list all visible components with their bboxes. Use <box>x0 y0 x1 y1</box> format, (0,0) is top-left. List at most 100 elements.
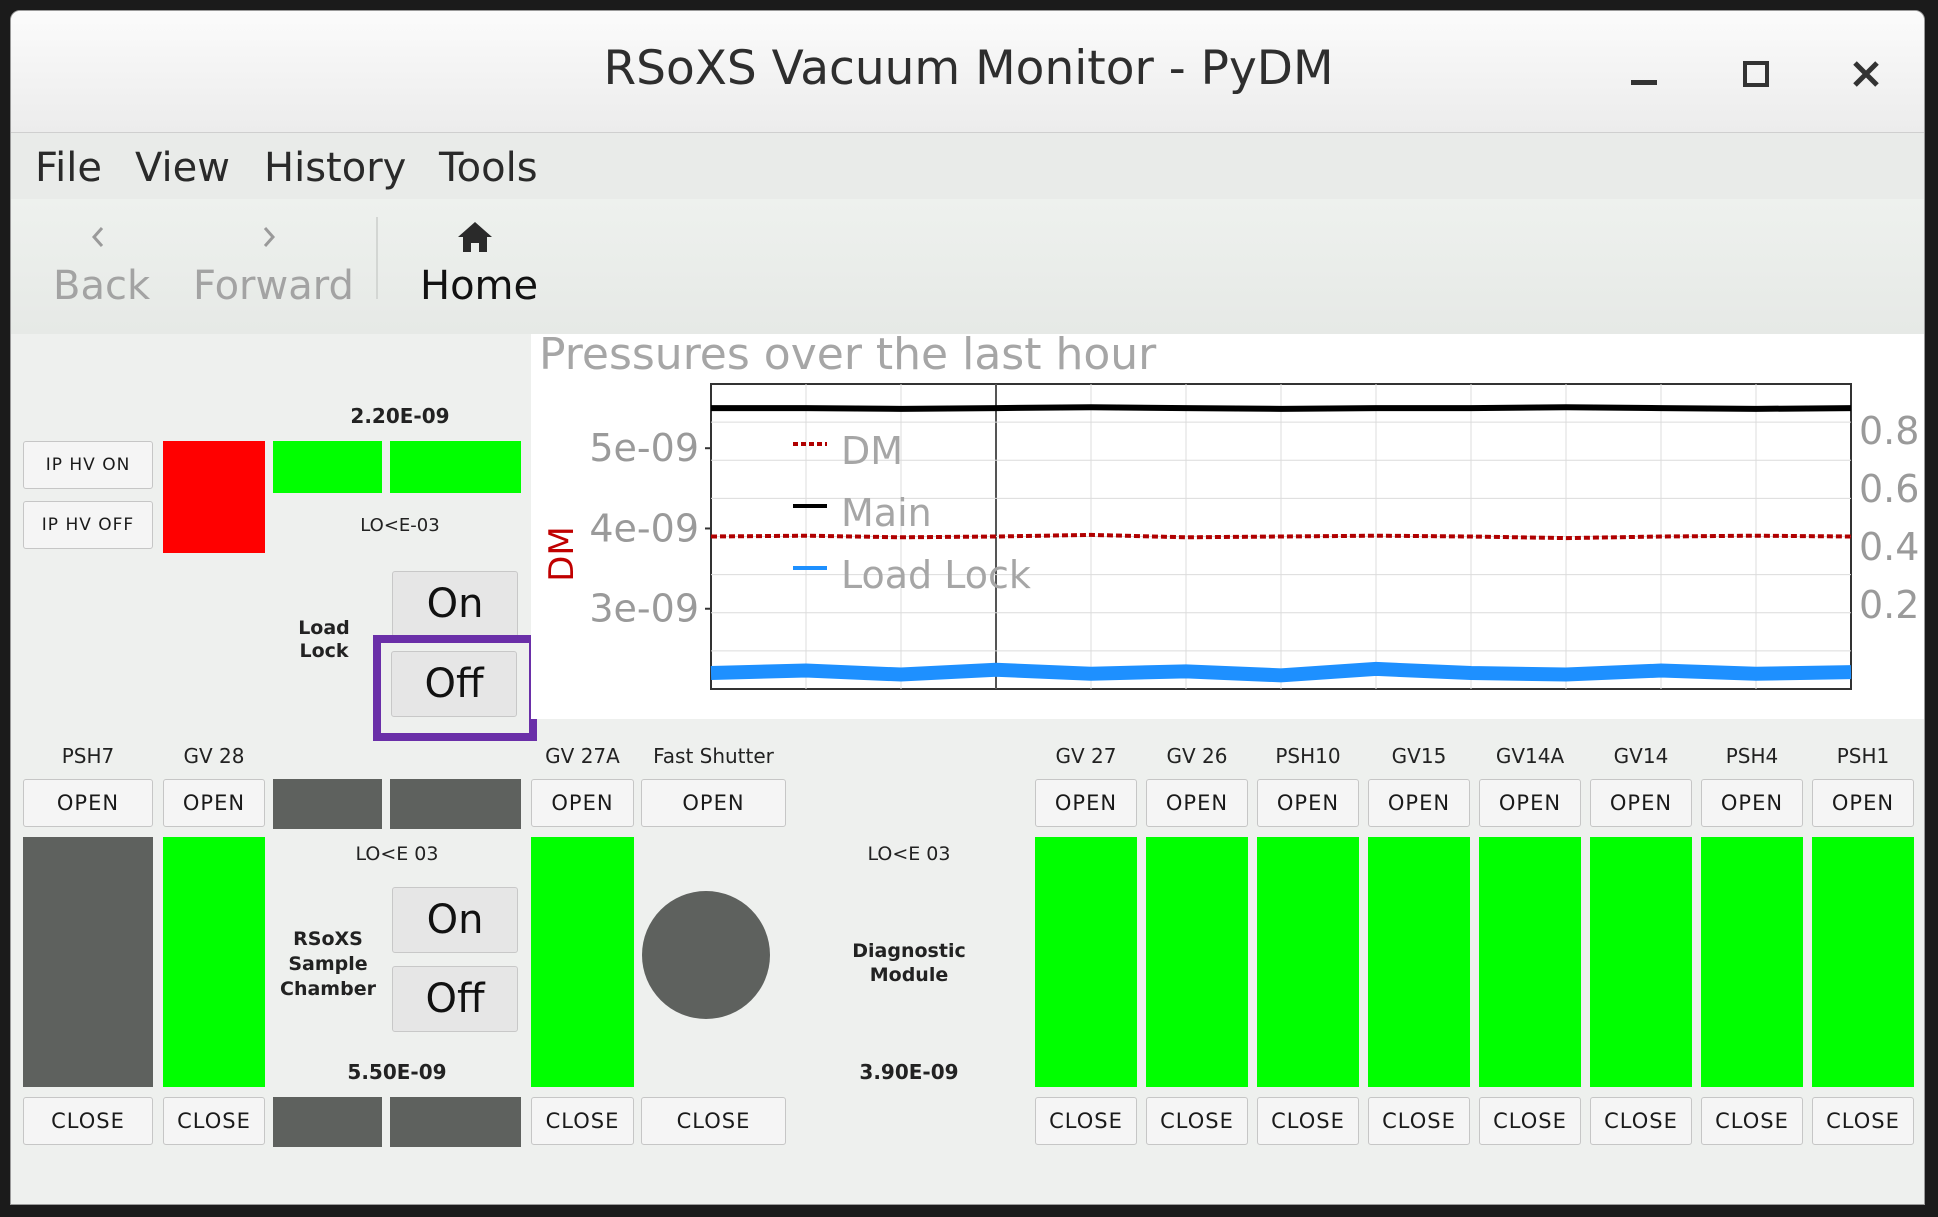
gv28-open-button[interactable]: OPEN <box>163 779 265 827</box>
psh1-open-button[interactable]: OPEN <box>1812 779 1914 827</box>
close-window-button[interactable] <box>1841 49 1891 99</box>
gv15-status-indicator <box>1368 837 1470 1087</box>
menu-tools[interactable]: Tools <box>439 145 538 191</box>
gv28-close-button[interactable]: CLOSE <box>163 1097 265 1145</box>
y2-tick-label: 0.4 <box>1859 525 1919 569</box>
gv14-status-indicator <box>1590 837 1692 1087</box>
valve-label-gv14: GV14 <box>1613 744 1669 768</box>
pressure-chart: Pressures over the last hour DM 5e-09 4e-… <box>539 329 1919 690</box>
forward-button[interactable]: Forward <box>181 211 356 309</box>
legend-label: DM <box>841 429 903 473</box>
gv14-close-button[interactable]: CLOSE <box>1590 1097 1692 1145</box>
gv26-status-indicator <box>1146 837 1248 1087</box>
psh4-open-button[interactable]: OPEN <box>1701 779 1803 827</box>
y2-tick-label: 0.2 <box>1859 583 1919 627</box>
ip-hv-off-button[interactable]: IP HV OFF <box>23 501 153 549</box>
loadlock-off-button[interactable]: Off <box>391 651 517 717</box>
valve-label-psh10: PSH10 <box>1275 744 1341 768</box>
y2-tick-label: 0.8 <box>1859 409 1919 453</box>
valve-label-psh4: PSH4 <box>1725 744 1779 768</box>
psh1-close-button[interactable]: CLOSE <box>1812 1097 1914 1145</box>
loadlock-on-button[interactable]: On <box>392 571 518 637</box>
y2-tick-label: 0.6 <box>1859 467 1919 511</box>
gv27-open-button[interactable]: OPEN <box>1035 779 1137 827</box>
loadlock-gauge-indicator-2 <box>390 441 521 493</box>
gv27a-status-indicator <box>531 837 634 1087</box>
gv14a-open-button[interactable]: OPEN <box>1479 779 1581 827</box>
gv15-close-button[interactable]: CLOSE <box>1368 1097 1470 1145</box>
gv14a-close-button[interactable]: CLOSE <box>1479 1097 1581 1145</box>
title-bar: RSoXS Vacuum Monitor - PyDM <box>11 11 1924 133</box>
y-tick-label: 4e-09 <box>589 506 699 550</box>
psh7-close-button[interactable]: CLOSE <box>23 1097 153 1145</box>
valve-label-gv14a: GV14A <box>1495 744 1565 768</box>
legend-label: Main <box>841 491 932 535</box>
home-label: Home <box>420 263 539 309</box>
valve-label-gv27a: GV 27A <box>545 744 620 768</box>
psh7-open-button[interactable]: OPEN <box>23 779 153 827</box>
menu-history[interactable]: History <box>264 145 406 191</box>
gv28-status-indicator <box>163 837 265 1087</box>
gv14a-status-indicator <box>1479 837 1581 1087</box>
diagnostic-range: LO<E 03 <box>867 843 951 865</box>
fast-shutter-close-button[interactable]: CLOSE <box>641 1097 786 1145</box>
loadlock-range: LO<E-03 <box>360 515 440 536</box>
gv27a-open-button[interactable]: OPEN <box>531 779 634 827</box>
psh4-close-button[interactable]: CLOSE <box>1701 1097 1803 1145</box>
psh10-open-button[interactable]: OPEN <box>1257 779 1359 827</box>
gv14-open-button[interactable]: OPEN <box>1590 779 1692 827</box>
gv26-close-button[interactable]: CLOSE <box>1146 1097 1248 1145</box>
maximize-icon <box>1743 61 1769 87</box>
gv15-open-button[interactable]: OPEN <box>1368 779 1470 827</box>
valve-label-psh1: PSH1 <box>1836 744 1890 768</box>
diagnostic-pressure: 3.90E-09 <box>859 1060 959 1084</box>
series-line-main <box>711 404 1852 412</box>
valve-label-gv28: GV 28 <box>183 744 245 768</box>
back-button[interactable]: Back <box>31 211 171 309</box>
series-line-load-lock <box>710 661 1852 683</box>
gv27-status-indicator <box>1035 837 1137 1087</box>
menu-bar: File View History Tools <box>11 133 1924 199</box>
chevron-left-icon <box>91 227 104 247</box>
diagnostic-label: Diagnostic Module <box>852 940 966 986</box>
chamber-pressure: 5.50E-09 <box>347 1060 447 1084</box>
app-window: RSoXS Vacuum Monitor - PyDM File View Hi… <box>10 10 1925 1205</box>
valve-label-psh7: PSH7 <box>61 744 115 768</box>
psh10-close-button[interactable]: CLOSE <box>1257 1097 1359 1145</box>
valve-label-gv27: GV 27 <box>1055 744 1117 768</box>
fast-shutter-status-indicator <box>642 891 770 1019</box>
close-icon <box>1853 61 1879 87</box>
legend-label: Load Lock <box>841 553 1031 597</box>
chamber-gauge-indicator-4 <box>390 1097 521 1147</box>
right-valve-bank: GV 27 OPEN CLOSE GV 26 OPEN CLOSE PSH10 OPEN CLO… <box>1035 744 1924 1154</box>
forward-label: Forward <box>193 263 354 309</box>
home-icon <box>458 222 492 252</box>
chamber-gauge-indicator-3 <box>273 1097 382 1147</box>
gv26-open-button[interactable]: OPEN <box>1146 779 1248 827</box>
gv27a-close-button[interactable]: CLOSE <box>531 1097 634 1145</box>
ip-hv-on-button[interactable]: IP HV ON <box>23 441 153 489</box>
home-button[interactable]: Home <box>406 211 546 309</box>
minimize-icon <box>1631 79 1657 85</box>
chevron-right-icon <box>263 227 276 247</box>
valve-label-gv26: GV 26 <box>1166 744 1228 768</box>
ion-pump-status-indicator <box>163 441 265 553</box>
valve-label-gv15: GV15 <box>1391 744 1447 768</box>
menu-file[interactable]: File <box>35 145 102 191</box>
valve-label-fast-shutter: Fast Shutter <box>653 744 774 768</box>
maximize-button[interactable] <box>1731 49 1781 99</box>
psh7-status-indicator <box>23 837 153 1087</box>
loadlock-gauge-indicator-1 <box>273 441 382 493</box>
nav-toolbar: Back Forward Home <box>11 199 1924 334</box>
gv27-close-button[interactable]: CLOSE <box>1035 1097 1137 1145</box>
back-label: Back <box>53 263 151 309</box>
minimize-button[interactable] <box>1619 49 1669 99</box>
chart-y-axis-label: DM <box>542 526 582 582</box>
toolbar-divider <box>376 217 378 299</box>
chamber-on-button[interactable]: On <box>392 887 518 953</box>
chamber-off-button[interactable]: Off <box>392 966 518 1032</box>
fast-shutter-open-button[interactable]: OPEN <box>641 779 786 827</box>
pressure-chart-panel: Pressures over the last hour DM 5e-09 4e-… <box>531 329 1924 719</box>
chamber-gauge-indicator-2 <box>390 779 521 829</box>
menu-view[interactable]: View <box>135 145 230 191</box>
